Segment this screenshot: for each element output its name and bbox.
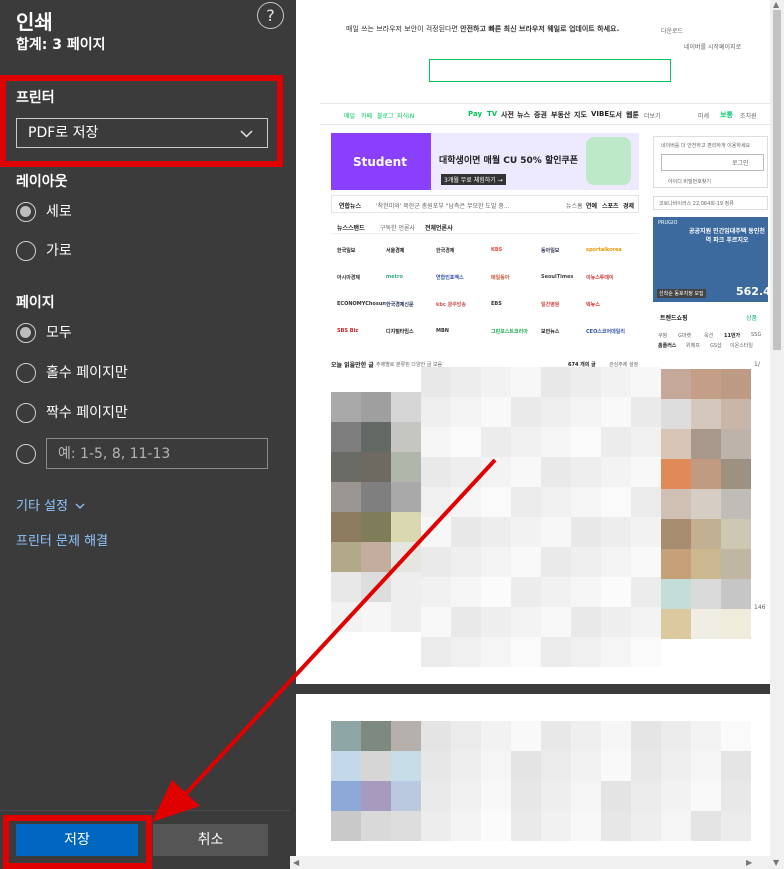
- annotation-arrow: [152, 458, 497, 822]
